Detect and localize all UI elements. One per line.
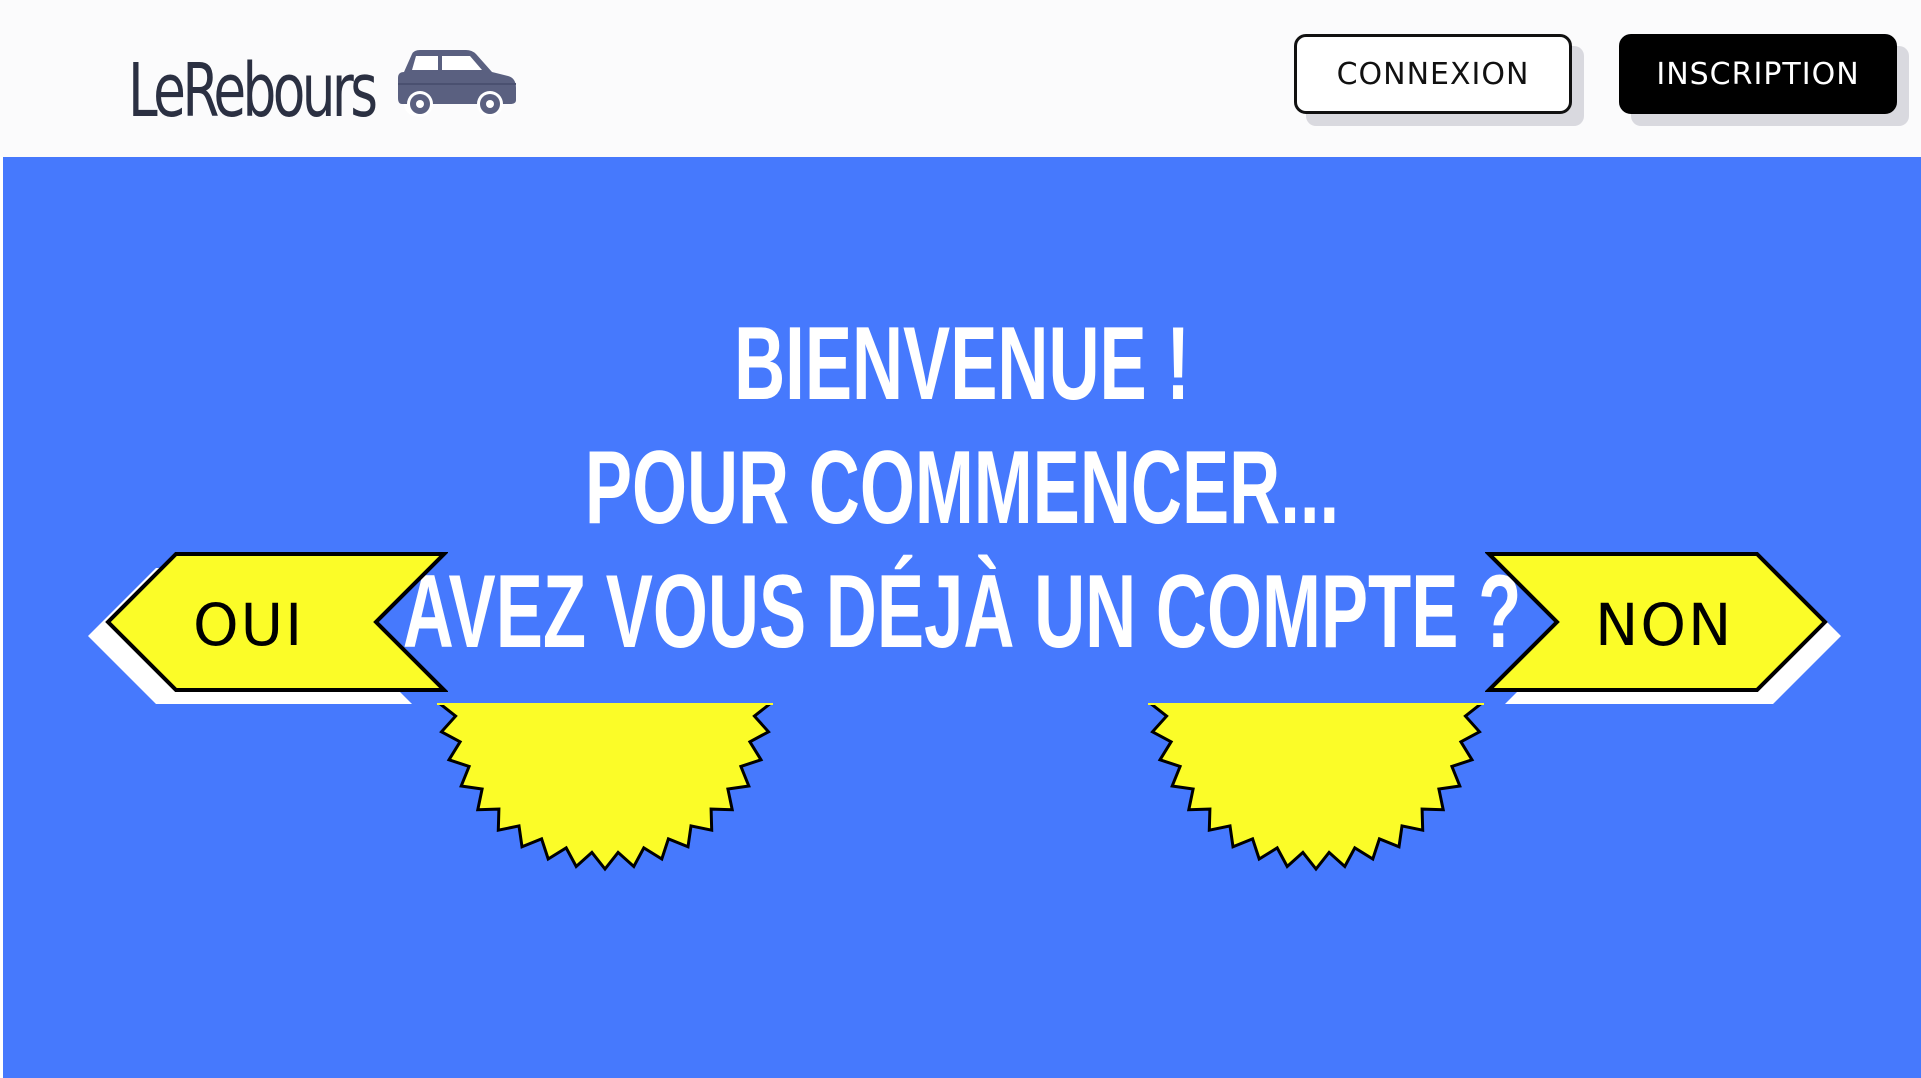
starburst-seal-top bbox=[1148, 703, 1484, 705]
starburst-seal-shape bbox=[1148, 703, 1484, 872]
car-icon bbox=[398, 50, 516, 117]
yes-arrow-button[interactable] bbox=[88, 540, 448, 735]
starburst-seal-right bbox=[1148, 703, 1484, 872]
login-button-wrap: CONNEXION bbox=[1294, 34, 1586, 128]
hero-section: BIENVENUE ! POUR COMMENCER... AVEZ VOUS … bbox=[3, 157, 1921, 1078]
account-question: AVEZ VOUS DÉJÀ UN COMPTE ? bbox=[402, 554, 1522, 670]
starburst-seal-left bbox=[437, 703, 773, 872]
signup-button[interactable]: INSCRIPTION bbox=[1619, 34, 1897, 114]
logo-text: LeRebours bbox=[128, 48, 378, 134]
logo[interactable]: LeRebours bbox=[128, 38, 516, 134]
no-arrow-button[interactable] bbox=[1485, 540, 1845, 735]
welcome-line: BIENVENUE ! bbox=[734, 306, 1190, 422]
signup-button-wrap: INSCRIPTION bbox=[1619, 34, 1911, 128]
starburst-seal-shape bbox=[437, 703, 773, 872]
login-button[interactable]: CONNEXION bbox=[1294, 34, 1572, 114]
arrow-right-icon bbox=[1485, 552, 1828, 692]
arrow-left-icon bbox=[105, 552, 448, 692]
start-line: POUR COMMENCER... bbox=[584, 430, 1340, 546]
starburst-seal-top bbox=[437, 703, 773, 705]
site-header: LeRebours CONNEXION INSCRIPTION bbox=[0, 0, 1921, 157]
